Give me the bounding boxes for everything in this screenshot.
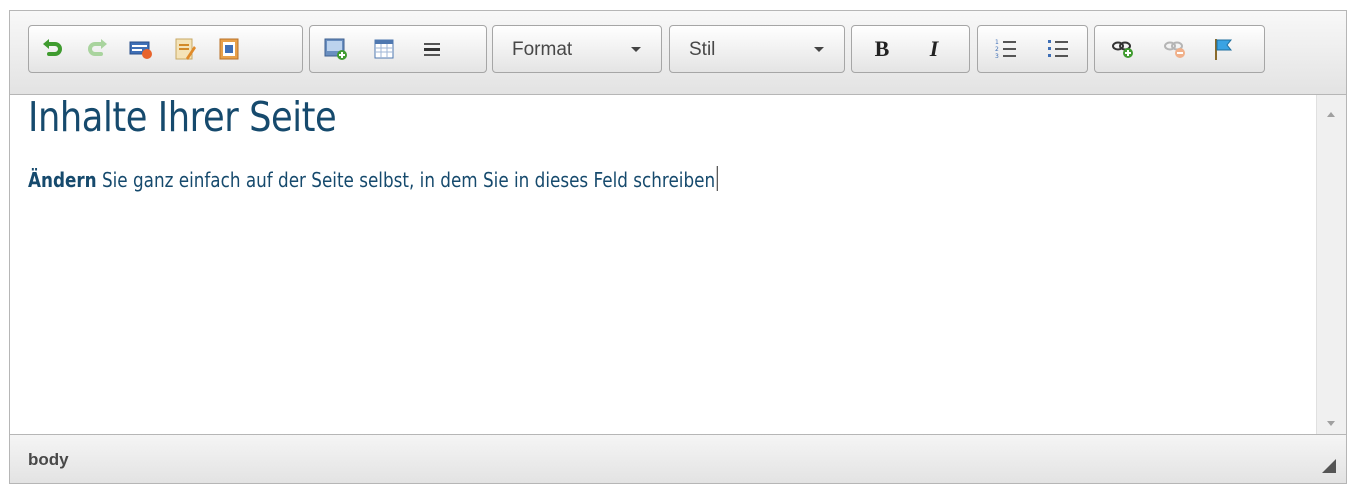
element-path[interactable]: body	[28, 450, 69, 470]
svg-text:3: 3	[995, 53, 999, 60]
svg-text:1: 1	[995, 39, 999, 46]
style-dropdown[interactable]: Stil	[669, 25, 845, 73]
redo-icon	[88, 39, 107, 56]
style-dropdown-label: Stil	[689, 39, 716, 60]
insert-image-icon	[324, 38, 347, 60]
html-paste-button[interactable]	[125, 33, 157, 65]
italic-button[interactable]: I	[918, 33, 950, 65]
bold-word: Ändern	[28, 168, 97, 192]
content-paragraph: Ändern Sie ganz einfach auf der Seite se…	[28, 166, 718, 192]
editor-status-bar: body	[10, 434, 1346, 483]
paste-text-button[interactable]	[169, 33, 201, 65]
toolbar-group-links	[1094, 25, 1265, 73]
numbered-list-icon: 1 2 3	[995, 39, 1016, 60]
scroll-up-arrow-icon[interactable]	[1327, 112, 1335, 117]
insert-table-icon	[374, 39, 394, 59]
toolbar-group-basic-styles: B I	[851, 25, 970, 73]
rich-text-editor: Format Stil B I 1 2 3 Inhalte Ihrer Seit…	[9, 10, 1347, 484]
italic-icon: I	[929, 36, 939, 61]
page-heading: Inhalte Ihrer Seite	[28, 95, 337, 141]
insert-image-button[interactable]	[320, 33, 352, 65]
chevron-down-icon	[631, 47, 641, 52]
link-icon	[1112, 41, 1133, 58]
paste-text-icon	[175, 38, 196, 60]
resize-grip-icon[interactable]	[1322, 459, 1336, 473]
toolbar-group-insert	[309, 25, 487, 73]
toolbar-group-clipboard	[28, 25, 303, 73]
html-paste-icon	[129, 41, 152, 59]
paragraph-text: Sie ganz einfach auf der Seite selbst, i…	[96, 168, 716, 192]
anchor-flag-icon	[1215, 39, 1233, 60]
redo-button[interactable]	[81, 33, 113, 65]
svg-text:2: 2	[995, 46, 999, 53]
toolbar-group-lists: 1 2 3	[977, 25, 1088, 73]
unlink-button[interactable]	[1159, 33, 1191, 65]
horizontal-line-button[interactable]	[416, 33, 448, 65]
bold-icon: B	[874, 36, 890, 61]
chevron-down-icon	[814, 47, 824, 52]
undo-button[interactable]	[37, 33, 69, 65]
format-dropdown[interactable]: Format	[492, 25, 662, 73]
text-caret	[716, 166, 718, 191]
bulleted-list-button[interactable]	[1042, 33, 1074, 65]
editor-toolbar: Format Stil B I 1 2 3	[10, 11, 1346, 95]
undo-icon	[43, 39, 62, 56]
bulleted-list-icon	[1048, 40, 1068, 57]
horizontal-line-icon	[424, 43, 440, 56]
numbered-list-button[interactable]: 1 2 3	[990, 33, 1022, 65]
link-button[interactable]	[1107, 33, 1139, 65]
paste-word-icon	[219, 38, 239, 60]
format-dropdown-label: Format	[512, 39, 573, 60]
unlink-icon	[1164, 41, 1185, 58]
paste-word-button[interactable]	[213, 33, 245, 65]
insert-table-button[interactable]	[368, 33, 400, 65]
editor-content-area[interactable]: Inhalte Ihrer Seite Ändern Sie ganz einf…	[10, 95, 1316, 436]
vertical-scrollbar[interactable]	[1316, 95, 1346, 436]
anchor-button[interactable]	[1207, 33, 1239, 65]
scroll-down-arrow-icon[interactable]	[1327, 421, 1335, 426]
bold-button[interactable]: B	[866, 33, 898, 65]
